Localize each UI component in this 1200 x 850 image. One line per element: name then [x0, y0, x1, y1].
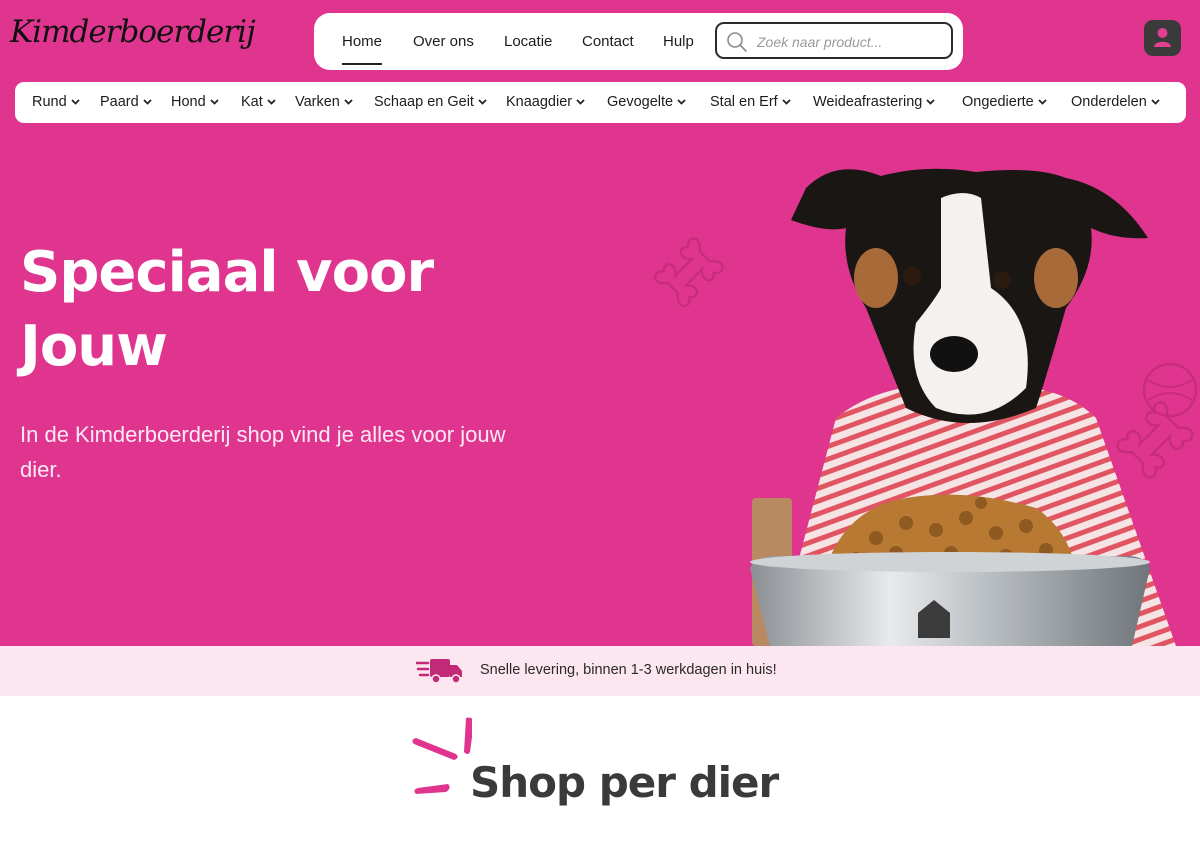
- nav-contact[interactable]: Contact: [582, 33, 634, 50]
- chevron-down-icon: [267, 99, 276, 105]
- delivery-banner: Snelle levering, binnen 1-3 werkdagen in…: [0, 646, 1200, 696]
- nav-locatie[interactable]: Locatie: [504, 33, 552, 50]
- chevron-down-icon: [1151, 99, 1160, 105]
- category-label: Rund: [32, 94, 67, 110]
- category-label: Hond: [171, 94, 206, 110]
- category-label: Varken: [295, 94, 340, 110]
- category-label: Schaap en Geit: [374, 94, 474, 110]
- category-label: Stal en Erf: [710, 94, 778, 110]
- chevron-down-icon: [1038, 99, 1047, 105]
- category-stal-en-erf[interactable]: Stal en Erf: [710, 94, 791, 110]
- category-label: Paard: [100, 94, 139, 110]
- top-navigation: Home Over ons Locatie Contact Hulp: [314, 13, 963, 70]
- category-knaagdier[interactable]: Knaagdier: [506, 94, 585, 110]
- category-label: Knaagdier: [506, 94, 573, 110]
- chevron-down-icon: [782, 99, 791, 105]
- chevron-down-icon: [677, 99, 686, 105]
- category-gevogelte[interactable]: Gevogelte: [607, 94, 686, 110]
- delivery-truck-icon: [416, 659, 462, 684]
- category-weideafrastering[interactable]: Weideafrastering: [813, 94, 935, 110]
- category-label: Ongedierte: [962, 94, 1034, 110]
- hero-subtitle: In de Kimderboerderij shop vind je alles…: [20, 422, 506, 482]
- delivery-text: Snelle levering, binnen 1-3 werkdagen in…: [480, 662, 777, 678]
- category-bar: Rund Paard Hond Kat Varken Schaap en Gei…: [15, 82, 1186, 123]
- category-schaap-en-geit[interactable]: Schaap en Geit: [374, 94, 487, 110]
- accent-sparkle-icon: [412, 717, 472, 794]
- account-button[interactable]: [1144, 20, 1181, 56]
- category-label: Weideafrastering: [813, 94, 923, 110]
- section-title: Shop per dier: [470, 758, 779, 807]
- category-label: Kat: [241, 94, 263, 110]
- category-onderdelen[interactable]: Onderdelen: [1071, 94, 1160, 110]
- nav-home[interactable]: Home: [342, 33, 383, 65]
- category-rund[interactable]: Rund: [32, 94, 80, 110]
- category-ongedierte[interactable]: Ongedierte: [962, 94, 1047, 110]
- hero-dog-image: [750, 168, 1176, 646]
- category-kat[interactable]: Kat: [241, 94, 276, 110]
- chevron-down-icon: [210, 99, 219, 105]
- nav-hulp[interactable]: Hulp: [663, 33, 694, 50]
- chevron-down-icon: [143, 99, 152, 105]
- chevron-down-icon: [344, 99, 353, 105]
- chevron-down-icon: [576, 99, 585, 105]
- search-box: [715, 22, 953, 59]
- category-varken[interactable]: Varken: [295, 94, 353, 110]
- category-label: Gevogelte: [607, 94, 674, 110]
- search-icon[interactable]: [726, 31, 748, 53]
- site-logo[interactable]: Kimderboerderij: [10, 14, 256, 50]
- category-paard[interactable]: Paard: [100, 94, 152, 110]
- hero-title: Speciaal voor Jouw: [20, 240, 434, 379]
- chevron-down-icon: [926, 99, 935, 105]
- chevron-down-icon: [478, 99, 487, 105]
- bone-icon: [653, 237, 724, 308]
- category-label: Onderdelen: [1071, 94, 1147, 110]
- user-icon: [1154, 28, 1171, 47]
- search-input[interactable]: [755, 28, 949, 55]
- nav-over-ons[interactable]: Over ons: [413, 33, 474, 50]
- category-hond[interactable]: Hond: [171, 94, 219, 110]
- chevron-down-icon: [71, 99, 80, 105]
